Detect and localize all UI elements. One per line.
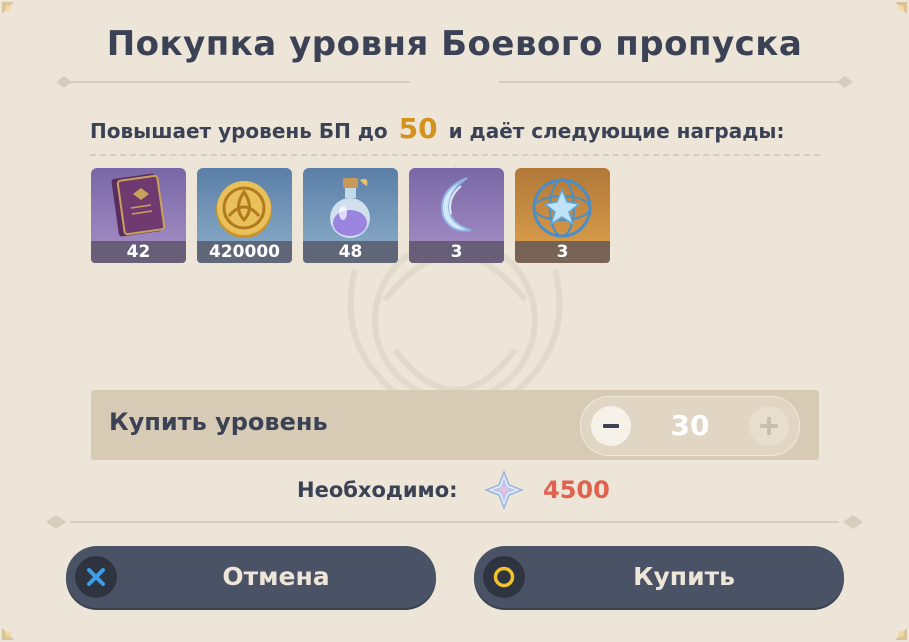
reward-count: 420000 <box>197 241 292 263</box>
reward-item[interactable]: 3 <box>409 168 504 263</box>
cost-amount: 4500 <box>543 476 610 504</box>
level-quantity-stepper: 30 <box>580 396 800 456</box>
reward-item[interactable]: 420000 <box>197 168 292 263</box>
decrease-button[interactable] <box>591 406 631 446</box>
description-suffix: и даёт следующие награды: <box>448 119 785 143</box>
crescent-moon-icon <box>441 177 472 232</box>
reward-item[interactable]: 48 <box>303 168 398 263</box>
reward-description: Повышает уровень БП до 50 и даёт следующ… <box>90 112 830 145</box>
book-icon <box>111 173 166 237</box>
reward-count: 48 <box>303 241 398 263</box>
title-divider-ornament <box>56 76 853 88</box>
bottom-divider-ornament <box>46 515 863 529</box>
reward-item[interactable]: 3 <box>515 168 610 263</box>
increase-button[interactable] <box>749 406 789 446</box>
mora-coin-icon <box>216 181 272 238</box>
corner-ornament-icon <box>895 628 907 640</box>
reward-item[interactable]: 42 <box>91 168 186 263</box>
corner-ornament-icon <box>895 2 907 14</box>
reward-count: 3 <box>515 241 610 263</box>
reward-list: 42 420000 48 3 3 <box>91 168 610 263</box>
confirm-circle-icon <box>483 556 525 598</box>
quantity-value: 30 <box>670 409 710 442</box>
cancel-button[interactable]: Отмена <box>66 546 436 608</box>
cost-label: Необходимо: <box>297 478 458 502</box>
cost-row: Необходимо: 4500 <box>0 470 909 510</box>
buy-button[interactable]: Купить <box>474 546 844 608</box>
dialog-title: Покупка уровня Боевого пропуска <box>106 24 803 64</box>
corner-ornament-icon <box>2 628 14 640</box>
buy-level-bar: Купить уровень 30 <box>91 390 819 460</box>
cancel-button-label: Отмена <box>222 562 330 591</box>
description-prefix: Повышает уровень БП до <box>90 119 388 143</box>
plus-icon <box>760 417 778 435</box>
dashed-divider <box>90 154 820 156</box>
minus-icon <box>603 424 619 428</box>
buy-level-label: Купить уровень <box>109 408 328 436</box>
buy-button-label: Купить <box>633 562 735 591</box>
potion-bottle-icon <box>330 178 370 238</box>
crystal-sphere-icon <box>532 178 592 238</box>
corner-ornament-icon <box>2 2 14 14</box>
battle-pass-purchase-dialog: Покупка уровня Боевого пропуска Повышает… <box>0 0 909 642</box>
target-level: 50 <box>398 112 438 145</box>
reward-count: 3 <box>409 241 504 263</box>
primogem-icon <box>484 470 524 510</box>
reward-count: 42 <box>91 241 186 263</box>
cancel-x-icon <box>75 556 117 598</box>
